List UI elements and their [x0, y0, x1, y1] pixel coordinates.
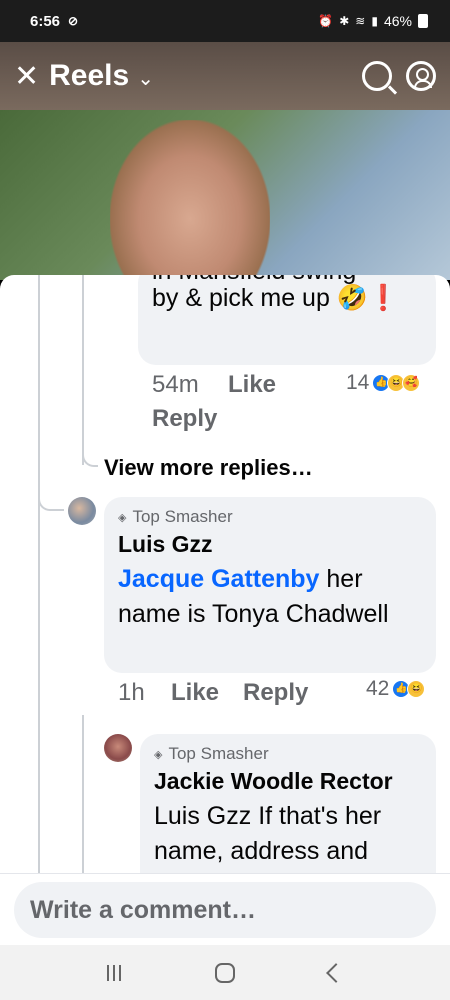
- bluetooth-icon: ✱: [339, 14, 350, 28]
- badge-label: Top Smasher: [132, 507, 233, 526]
- comment-text: by & pick me up 🤣❗: [152, 284, 400, 312]
- system-nav-bar: [0, 945, 450, 1000]
- avatar[interactable]: [104, 734, 132, 762]
- status-bar: 6:56 ⊘ ⏰ ✱ ≋ ▮ 46%: [0, 0, 450, 42]
- reels-header: ✕ Reels ⌄: [0, 42, 450, 110]
- recent-apps-icon[interactable]: [107, 964, 121, 981]
- chevron-down-icon[interactable]: ⌄: [137, 66, 154, 91]
- search-icon[interactable]: [362, 61, 392, 91]
- status-left: 6:56 ⊘: [30, 13, 78, 30]
- thread-line: [38, 275, 40, 875]
- check-circle-icon: ⊘: [68, 14, 79, 28]
- thread-line: [82, 275, 84, 465]
- battery-percent: 46%: [383, 13, 412, 29]
- thread-connector: [38, 493, 64, 511]
- badge-label: Top Smasher: [168, 744, 269, 763]
- haha-reaction-icon: 😆: [407, 680, 426, 698]
- comment-author[interactable]: Jackie Woodle Rector: [154, 768, 422, 795]
- comment-composer: Write a comment…: [0, 873, 450, 945]
- comments-sheet: by & pick me up 🤣❗ in Mansfield swing 54…: [0, 275, 450, 945]
- like-button[interactable]: Like: [228, 371, 276, 399]
- close-icon[interactable]: ✕: [14, 59, 39, 94]
- diamond-icon: ◈: [118, 511, 127, 524]
- view-more-replies[interactable]: View more replies…: [104, 455, 313, 481]
- profile-icon[interactable]: [406, 61, 436, 91]
- comment-text: Luis Gzz If that's her name, address and: [154, 802, 382, 865]
- reaction-summary[interactable]: 42 👍 😆: [366, 677, 426, 701]
- comment-bubble[interactable]: ◈ Top Smasher Luis Gzz Jacque Gattenby h…: [104, 497, 436, 673]
- comment-bubble[interactable]: by & pick me up 🤣❗: [138, 275, 436, 365]
- status-right: ⏰ ✱ ≋ ▮ 46%: [318, 13, 428, 29]
- like-button[interactable]: Like: [171, 679, 219, 707]
- reel-video[interactable]: [0, 110, 450, 280]
- header-actions: [362, 61, 436, 91]
- alarm-icon: ⏰: [318, 14, 334, 28]
- video-person: [110, 120, 270, 280]
- back-icon[interactable]: [326, 962, 346, 983]
- signal-icon: ▮: [371, 14, 378, 28]
- comment-input[interactable]: Write a comment…: [14, 882, 436, 938]
- comment-time: 54m: [152, 371, 199, 398]
- reaction-count: 42: [366, 677, 390, 700]
- diamond-icon: ◈: [154, 748, 163, 761]
- thread-connector: [82, 445, 98, 467]
- battery-icon: [418, 14, 428, 28]
- wifi-icon: ≋: [355, 14, 366, 28]
- care-reaction-icon: 🥰: [402, 374, 421, 392]
- comment-text-partial: in Mansfield swing: [152, 275, 356, 286]
- reaction-summary[interactable]: 14 👍 😆 🥰: [346, 371, 421, 395]
- reaction-count: 14: [346, 371, 370, 394]
- top-fan-badge: ◈ Top Smasher: [154, 744, 422, 764]
- status-time: 6:56: [30, 12, 61, 30]
- reply-button[interactable]: Reply: [152, 405, 217, 433]
- reply-button[interactable]: Reply: [243, 679, 308, 707]
- top-fan-badge: ◈ Top Smasher: [118, 507, 422, 527]
- home-icon[interactable]: [215, 962, 235, 983]
- page-title[interactable]: Reels: [49, 59, 129, 93]
- mention-link[interactable]: Jacque Gattenby: [118, 565, 319, 593]
- avatar[interactable]: [68, 497, 96, 525]
- comment-text: Jacque Gattenby her name is Tonya Chadwe…: [118, 565, 389, 628]
- comment-time: 1h: [118, 679, 145, 706]
- comment-author[interactable]: Luis Gzz: [118, 531, 422, 558]
